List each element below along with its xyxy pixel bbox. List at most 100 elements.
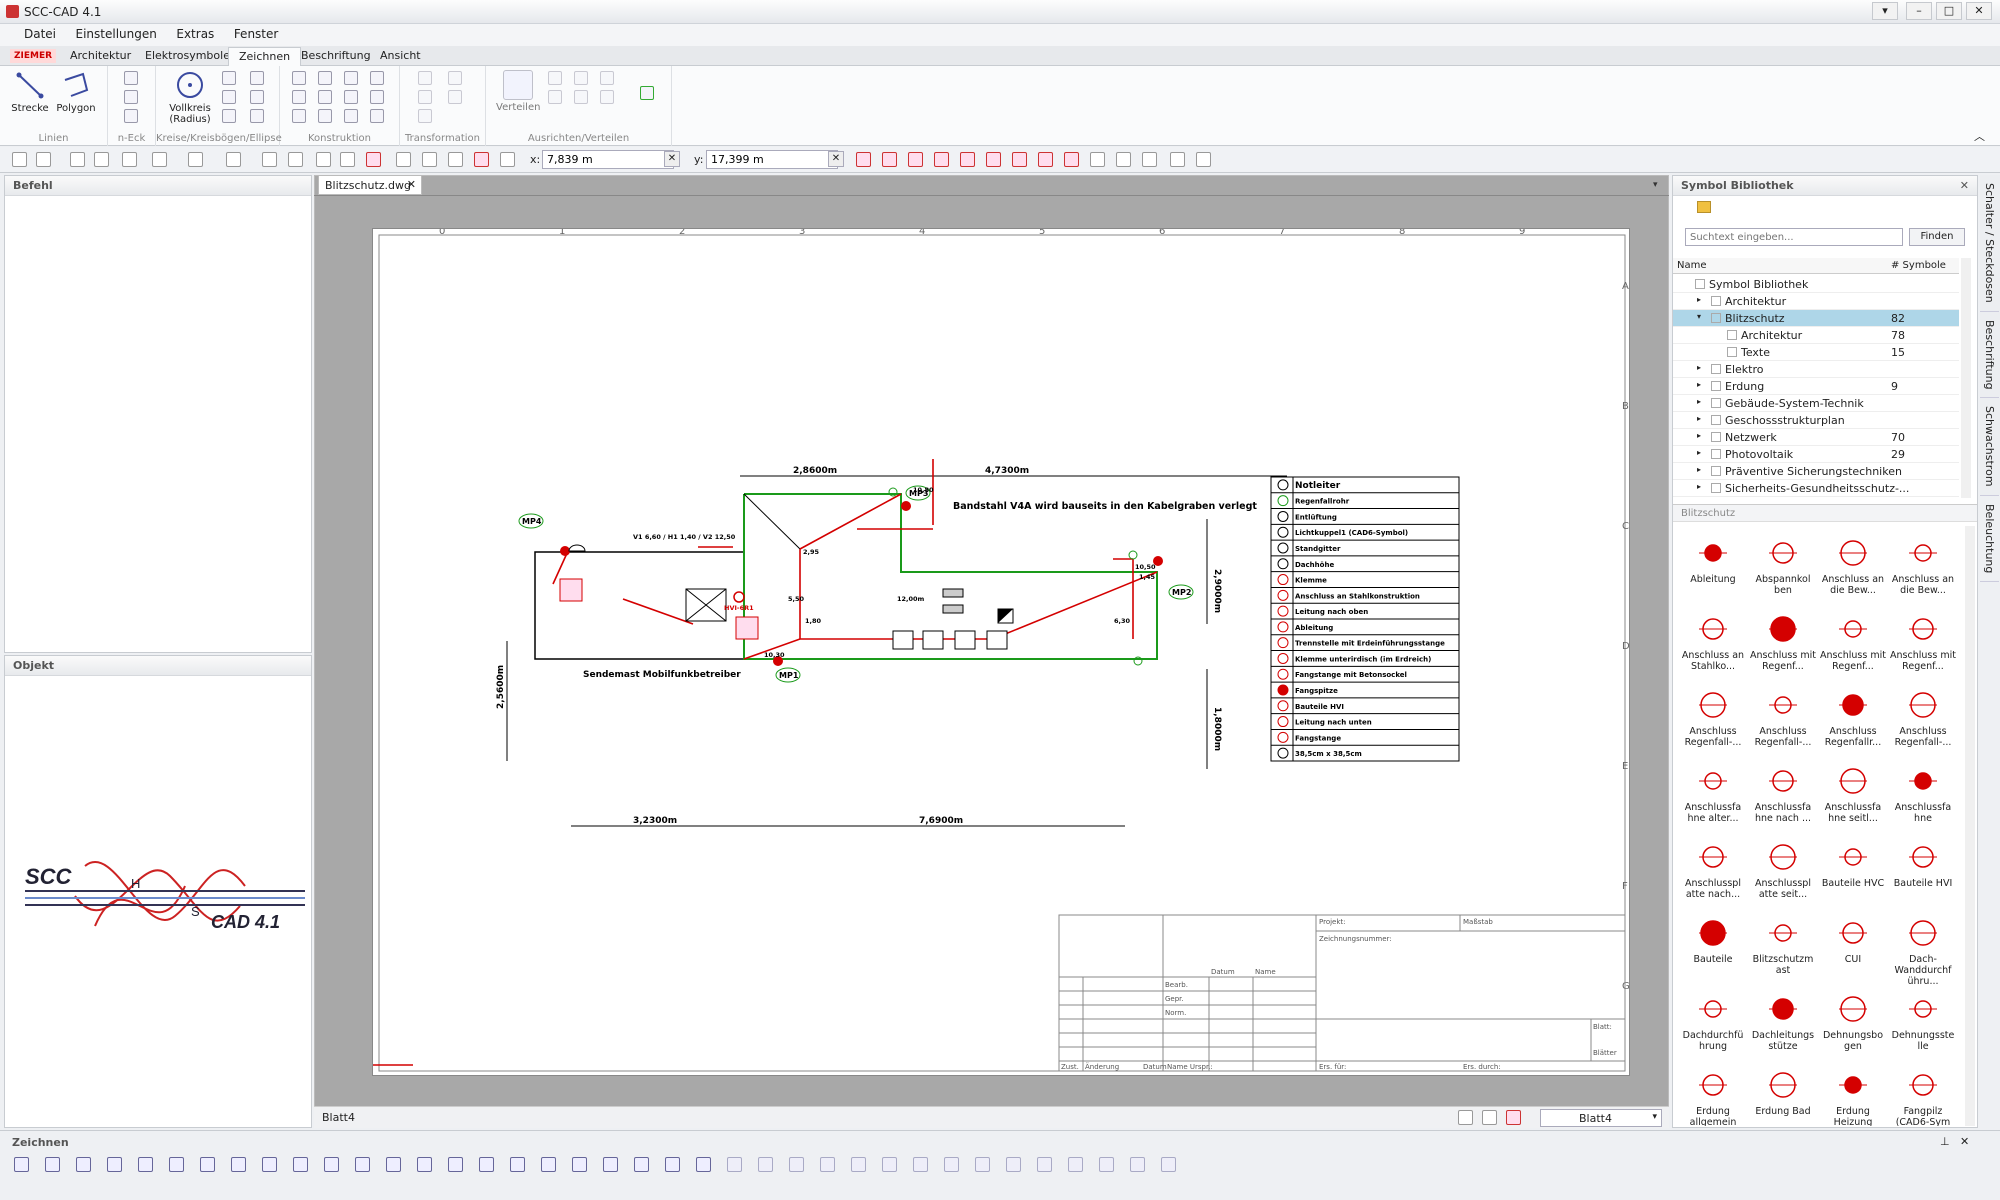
- draw-tool-icon[interactable]: [1099, 1157, 1114, 1172]
- options-button[interactable]: ▾: [1872, 2, 1898, 20]
- mirror-icon[interactable]: [418, 109, 432, 123]
- draw-tool-icon[interactable]: [169, 1157, 184, 1172]
- tree-item[interactable]: ▸Erdung9: [1673, 378, 1959, 395]
- menu-fenster[interactable]: Fenster: [226, 24, 287, 44]
- open-folder-icon[interactable]: [36, 152, 51, 167]
- symbol-item[interactable]: Anschlussfa hne seitl...: [1819, 762, 1887, 838]
- tab-architektur[interactable]: Architektur: [60, 47, 141, 66]
- side-tab-beschriftung[interactable]: Beschriftung: [1980, 312, 1999, 399]
- draw-tool-icon[interactable]: [882, 1157, 897, 1172]
- print-icon[interactable]: [122, 152, 137, 167]
- symbol-item[interactable]: Abspannkol ben: [1749, 534, 1817, 610]
- draw-tool-icon[interactable]: [386, 1157, 401, 1172]
- draw-tool-icon[interactable]: [696, 1157, 711, 1172]
- symbol-item[interactable]: Anschluss Regenfall-...: [1889, 686, 1957, 762]
- polygon-button[interactable]: Polygon: [54, 70, 98, 114]
- rotate-icon[interactable]: [418, 90, 432, 104]
- save-icon[interactable]: [70, 152, 85, 167]
- crosshair-icon[interactable]: [500, 152, 515, 167]
- symbol-item[interactable]: Anschluss Regenfall-...: [1749, 686, 1817, 762]
- symbol-item[interactable]: Anschluss an Stahlko...: [1679, 610, 1747, 686]
- vollkreis-button[interactable]: Vollkreis (Radius): [166, 70, 214, 125]
- tree-scrollbar[interactable]: [1961, 258, 1971, 498]
- snap-midpoint-icon[interactable]: [908, 152, 923, 167]
- align-right-icon[interactable]: [600, 71, 614, 85]
- symbol-item[interactable]: Bauteile HVI: [1889, 838, 1957, 914]
- symbol-item[interactable]: Anschluss an die Bew...: [1819, 534, 1887, 610]
- snap-tangent-icon[interactable]: [1012, 152, 1027, 167]
- strecke-button[interactable]: Strecke: [8, 70, 52, 114]
- copy-clipboard-icon[interactable]: [422, 152, 437, 167]
- symbol-item[interactable]: Anschlussfa hne nach ...: [1749, 762, 1817, 838]
- menu-extras[interactable]: Extras: [168, 24, 222, 44]
- copy-icon[interactable]: [448, 71, 462, 85]
- draw-tool-icon[interactable]: [789, 1157, 804, 1172]
- hatch-lines-icon[interactable]: [370, 90, 384, 104]
- draw-tool-icon[interactable]: [975, 1157, 990, 1172]
- tab-ansicht[interactable]: Ansicht: [370, 47, 431, 66]
- pen-icon[interactable]: [640, 86, 654, 100]
- symbol-item[interactable]: Anschluss mit Regenf...: [1889, 610, 1957, 686]
- expand-arrow-icon[interactable]: ▸: [1697, 465, 1701, 474]
- symbols-scrollbar[interactable]: [1965, 526, 1975, 1126]
- expand-arrow-icon[interactable]: ▸: [1697, 380, 1701, 389]
- menu-datei[interactable]: Datei: [16, 24, 64, 44]
- align-top-icon[interactable]: [548, 90, 562, 104]
- circle-3pt-icon[interactable]: [222, 71, 236, 85]
- tree-item[interactable]: ▸Gebäude-System-Technik: [1673, 395, 1959, 412]
- symbol-item[interactable]: Anschluss mit Regenf...: [1749, 610, 1817, 686]
- sheet-delete-icon[interactable]: [1506, 1110, 1521, 1125]
- verteilen-button[interactable]: Verteilen: [496, 70, 540, 113]
- pin-icon[interactable]: ⊥: [1940, 1135, 1950, 1148]
- draw-tool-icon[interactable]: [479, 1157, 494, 1172]
- snap-quadrant-icon[interactable]: [1064, 152, 1079, 167]
- expand-arrow-icon[interactable]: ▾: [1697, 312, 1701, 321]
- x-coordinate-input[interactable]: [542, 150, 674, 169]
- snap-point-icon[interactable]: [856, 152, 871, 167]
- draw-tool-icon[interactable]: [1037, 1157, 1052, 1172]
- expand-arrow-icon[interactable]: ▸: [1697, 363, 1701, 372]
- drawing-sheet[interactable]: 0 1 2 3 4 5 6 7 8 9 A B C D E F G Bandst…: [372, 228, 1630, 1076]
- draw-tool-icon[interactable]: [572, 1157, 587, 1172]
- symbol-item[interactable]: Anschlussfa hne: [1889, 762, 1957, 838]
- square-icon[interactable]: [124, 109, 138, 123]
- arc-icon[interactable]: [250, 71, 264, 85]
- folder-icon[interactable]: [1697, 201, 1711, 213]
- draw-tool-icon[interactable]: [758, 1157, 773, 1172]
- export-icon[interactable]: [188, 152, 203, 167]
- tree-item[interactable]: ▸Präventive Sicherungstechniken: [1673, 463, 1959, 480]
- symbol-item[interactable]: Dachdurchfü hrung: [1679, 990, 1747, 1066]
- pdf-icon[interactable]: [474, 152, 489, 167]
- tree-item[interactable]: Architektur78: [1673, 327, 1959, 344]
- symbol-item[interactable]: Ableitung: [1679, 534, 1747, 610]
- symbol-item[interactable]: Bauteile: [1679, 914, 1747, 990]
- ziemer-logo-tab[interactable]: ZIEMER: [10, 49, 56, 63]
- draw-tool-icon[interactable]: [107, 1157, 122, 1172]
- tree-item[interactable]: Texte15: [1673, 344, 1959, 361]
- draw-tool-icon[interactable]: [1006, 1157, 1021, 1172]
- symbol-search-input[interactable]: [1685, 228, 1903, 246]
- draw-tool-icon[interactable]: [1161, 1157, 1176, 1172]
- zeichnen-close-icon[interactable]: ✕: [1960, 1135, 1969, 1148]
- draw-tool-icon[interactable]: [262, 1157, 277, 1172]
- draw-tool-icon[interactable]: [355, 1157, 370, 1172]
- ortho-icon[interactable]: [1142, 152, 1157, 167]
- tree-item[interactable]: ▸Architektur: [1673, 293, 1959, 310]
- scale-icon[interactable]: [448, 90, 462, 104]
- bisector-icon[interactable]: [344, 71, 358, 85]
- maximize-button[interactable]: □: [1936, 2, 1962, 20]
- select-icon[interactable]: [316, 152, 331, 167]
- zoom-extents-icon[interactable]: [340, 152, 355, 167]
- ellipse-arc-icon[interactable]: [250, 109, 264, 123]
- minimize-button[interactable]: –: [1906, 2, 1932, 20]
- symbol-item[interactable]: Bauteile HVC: [1819, 838, 1887, 914]
- close-tab-icon[interactable]: ✕: [407, 178, 416, 191]
- expand-arrow-icon[interactable]: ▸: [1697, 448, 1701, 457]
- tree-item[interactable]: ▸Photovoltaik29: [1673, 446, 1959, 463]
- snap-nearest-icon[interactable]: [1038, 152, 1053, 167]
- sheet-select[interactable]: Blatt4 ▾: [1540, 1109, 1662, 1127]
- draw-tool-icon[interactable]: [851, 1157, 866, 1172]
- draw-tool-icon[interactable]: [324, 1157, 339, 1172]
- draw-tool-icon[interactable]: [200, 1157, 215, 1172]
- snap-center-icon[interactable]: [934, 152, 949, 167]
